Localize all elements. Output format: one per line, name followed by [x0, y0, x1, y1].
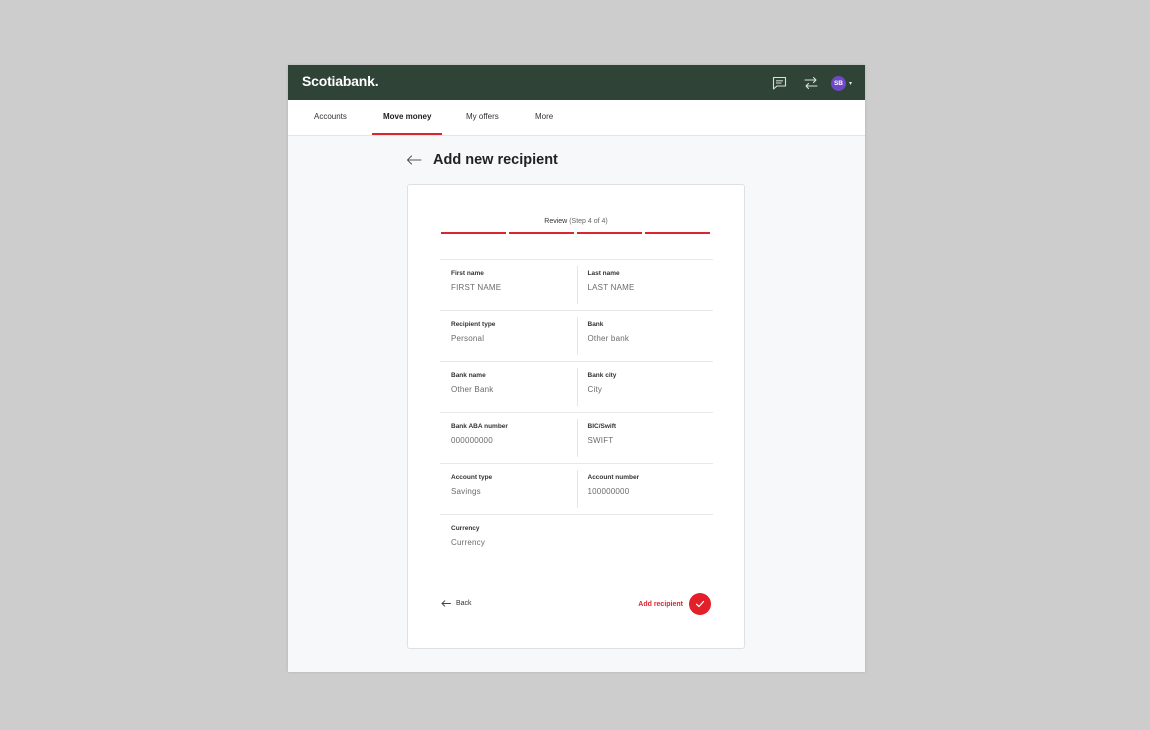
field-label: Account number: [587, 474, 640, 481]
progress-steps: [441, 232, 710, 234]
field-value: City: [587, 385, 603, 394]
field-account-type: Account type Savings: [440, 464, 577, 514]
chevron-down-icon: ▾: [848, 80, 852, 87]
review-row: Currency Currency: [440, 514, 713, 565]
review-row: Bank name Other Bank Bank city City: [440, 361, 713, 412]
back-label: Back: [456, 600, 472, 607]
review-card: Review (Step 4 of 4) First name FIRST NA…: [407, 184, 745, 649]
review-row: Recipient type Personal Bank Other bank: [440, 310, 713, 361]
field-recipient-type: Recipient type Personal: [440, 311, 577, 361]
top-icons: SB ▾: [758, 74, 852, 92]
field-bank-city: Bank city City: [576, 362, 714, 412]
step-bar: [441, 232, 506, 234]
back-arrow-icon[interactable]: [406, 153, 424, 167]
add-recipient-button[interactable]: Add recipient: [638, 593, 711, 615]
field-label: First name: [451, 270, 484, 277]
review-row: Account type Savings Account number 1000…: [440, 463, 713, 514]
field-value: Personal: [451, 334, 485, 343]
field-label: Bank name: [451, 372, 486, 379]
field-value: 100000000: [587, 487, 630, 496]
add-recipient-label: Add recipient: [638, 600, 683, 608]
field-label: Bank ABA number: [451, 423, 508, 430]
review-grid: First name FIRST NAME Last name LAST NAM…: [440, 259, 713, 565]
field-label: Bank city: [587, 372, 617, 379]
field-swift: BIC/Swift SWIFT: [576, 413, 714, 463]
field-account-number: Account number 100000000: [576, 464, 714, 514]
nav-item-my-offers[interactable]: My offers: [455, 100, 510, 135]
field-label: Last name: [587, 270, 620, 277]
field-value: FIRST NAME: [451, 283, 502, 292]
avatar: SB: [830, 75, 846, 91]
step-bar: [509, 232, 574, 234]
field-label: Currency: [451, 525, 480, 532]
step-bar: [577, 232, 642, 234]
field-value: 000000000: [451, 436, 493, 445]
field-value: Currency: [451, 538, 486, 547]
field-value: Other bank: [587, 334, 630, 343]
back-button[interactable]: Back: [441, 600, 472, 607]
field-value: Other Bank: [451, 385, 494, 394]
step-label: Review (Step 4 of 4): [408, 218, 744, 225]
top-bar: Scotiabank. SB ▾: [288, 65, 865, 100]
field-label: Account type: [451, 474, 493, 481]
field-value: Savings: [451, 487, 481, 496]
field-label: Bank: [587, 321, 604, 328]
field-label: BIC/Swift: [587, 423, 617, 430]
profile-menu[interactable]: SB ▾: [830, 75, 852, 91]
nav-item-more[interactable]: More: [524, 100, 564, 135]
field-bank-name: Bank name Other Bank: [440, 362, 577, 412]
field-value: SWIFT: [587, 436, 614, 445]
check-icon: [689, 593, 711, 615]
field-value: LAST NAME: [587, 283, 635, 292]
field-aba-number: Bank ABA number 000000000: [440, 413, 577, 463]
chat-icon[interactable]: [771, 74, 789, 92]
app-window: Scotiabank. SB ▾ Accounts Move money My …: [288, 65, 865, 672]
step-title: Review: [544, 218, 568, 225]
step-bar: [645, 232, 710, 234]
step-count: (Step 4 of 4): [569, 218, 608, 225]
page-title: Add new recipient: [433, 152, 558, 168]
field-label: Recipient type: [451, 321, 496, 328]
review-row: First name FIRST NAME Last name LAST NAM…: [440, 259, 713, 310]
main-nav: Accounts Move money My offers More: [288, 100, 865, 136]
page-header: Add new recipient: [406, 152, 558, 168]
field-bank: Bank Other bank: [576, 311, 714, 361]
logo[interactable]: Scotiabank.: [302, 73, 379, 89]
field-currency: Currency Currency: [440, 515, 577, 565]
review-row: Bank ABA number 000000000 BIC/Swift SWIF…: [440, 412, 713, 463]
nav-item-accounts[interactable]: Accounts: [303, 100, 358, 135]
back-arrow-icon: [441, 600, 451, 607]
field-last-name: Last name LAST NAME: [576, 260, 714, 310]
nav-item-move-money[interactable]: Move money: [372, 100, 443, 135]
field-first-name: First name FIRST NAME: [440, 260, 577, 310]
transfer-icon[interactable]: [802, 74, 820, 92]
